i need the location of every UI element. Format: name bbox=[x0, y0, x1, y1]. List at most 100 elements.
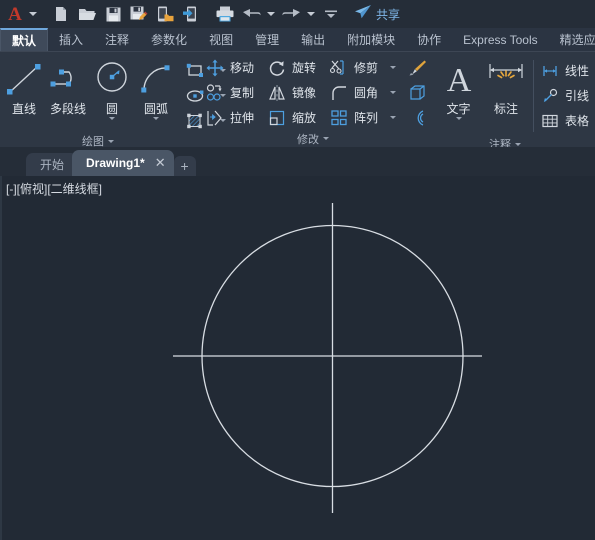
quick-access-toolbar: A 共享 bbox=[0, 0, 595, 28]
modify-rotate-button[interactable]: 旋转 bbox=[264, 55, 326, 80]
modify-move-label: 移动 bbox=[230, 61, 255, 75]
draw-circle-button[interactable]: 圆 bbox=[90, 56, 134, 120]
annotate-leader-button[interactable]: 引线 bbox=[537, 83, 595, 108]
match-properties-button[interactable] bbox=[404, 55, 430, 80]
modify-offset-button[interactable] bbox=[404, 105, 430, 130]
share-button[interactable]: 共享 bbox=[354, 4, 400, 25]
move-icon bbox=[204, 57, 226, 79]
share-paperplane-icon bbox=[354, 4, 372, 25]
3d-box-icon bbox=[406, 82, 428, 104]
share-label: 共享 bbox=[376, 7, 401, 22]
document-tab-drawing1[interactable]: Drawing1* ✕ bbox=[72, 150, 174, 176]
annotate-text-button[interactable]: A 文字 bbox=[436, 56, 481, 120]
annotation-panel-chevron-down-icon[interactable] bbox=[515, 142, 521, 146]
rotate-icon bbox=[266, 57, 288, 79]
modify-array-button[interactable]: 阵列 bbox=[326, 105, 388, 130]
ribbon-tab-collaborate[interactable]: 协作 bbox=[406, 28, 452, 51]
draw-line-button[interactable]: 直线 bbox=[2, 56, 46, 116]
floppy-save-icon[interactable] bbox=[101, 1, 125, 27]
undo-arrow-icon[interactable] bbox=[239, 1, 263, 27]
modify-array-chevron-down-icon[interactable] bbox=[390, 116, 396, 119]
open-folder-icon[interactable] bbox=[75, 1, 99, 27]
draw-panel-chevron-down-icon[interactable] bbox=[108, 139, 114, 143]
undo-chevron-down-icon[interactable] bbox=[267, 12, 275, 16]
draw-line-label: 直线 bbox=[11, 102, 36, 116]
modify-fillet-chevron-down-icon[interactable] bbox=[390, 91, 396, 94]
redo-arrow-icon[interactable] bbox=[279, 1, 303, 27]
modify-trim-chevron-down-icon[interactable] bbox=[390, 66, 396, 69]
draw-circle-chevron-down-icon[interactable] bbox=[109, 117, 115, 120]
draw-circle-label: 圆 bbox=[105, 102, 118, 116]
match-properties-brush-icon bbox=[406, 57, 428, 79]
autocad-window: A 共享 默认 插入 注释 参数化 视图 管理 输出 附加模块 协作 Expre… bbox=[0, 0, 595, 540]
leader-icon bbox=[539, 85, 561, 107]
drawing-geometry bbox=[173, 203, 482, 513]
document-tab-bar: 开始 Drawing1* ✕ + bbox=[0, 147, 595, 176]
new-document-icon[interactable] bbox=[49, 1, 73, 27]
modify-trim-label: 修剪 bbox=[354, 61, 379, 75]
customize-qat-icon[interactable] bbox=[319, 1, 343, 27]
ribbon-tab-manage[interactable]: 管理 bbox=[244, 28, 290, 51]
table-icon bbox=[539, 110, 561, 132]
line-icon bbox=[2, 58, 46, 102]
modify-mirror-button[interactable]: 镜像 bbox=[264, 80, 326, 105]
modify-stretch-label: 拉伸 bbox=[230, 111, 255, 125]
annotate-table-label: 表格 bbox=[565, 114, 590, 128]
drawing-canvas[interactable]: [-][俯视][二维线框] bbox=[0, 176, 595, 540]
ribbon-panel-modify-title-bar[interactable]: 修改 bbox=[196, 130, 430, 147]
modify-panel-chevron-down-icon[interactable] bbox=[323, 137, 329, 140]
modify-fillet-label: 圆角 bbox=[354, 86, 379, 100]
modify-mirror-label: 镜像 bbox=[292, 86, 317, 100]
array-icon bbox=[328, 107, 350, 129]
ribbon-panel-annotation: A 文字 标注 线性 引线 表格 注释 bbox=[430, 52, 595, 151]
modify-scale-button[interactable]: 缩放 bbox=[264, 105, 326, 130]
draw-arc-button[interactable]: 圆弧 bbox=[134, 56, 178, 120]
redo-chevron-down-icon[interactable] bbox=[307, 12, 315, 16]
ribbon-tab-insert[interactable]: 插入 bbox=[48, 28, 94, 51]
cloud-save-icon[interactable] bbox=[179, 1, 203, 27]
modify-stretch-button[interactable]: 拉伸 bbox=[202, 105, 264, 130]
modify-3d-box-button[interactable] bbox=[404, 80, 430, 105]
cloud-open-icon[interactable] bbox=[153, 1, 177, 27]
draw-arc-chevron-down-icon[interactable] bbox=[153, 117, 159, 120]
scale-icon bbox=[266, 107, 288, 129]
ribbon-tab-express-tools[interactable]: Express Tools bbox=[452, 28, 548, 51]
modify-fillet-button[interactable]: 圆角 bbox=[326, 80, 388, 105]
ribbon-tab-home[interactable]: 默认 bbox=[0, 28, 49, 51]
text-a-icon: A bbox=[437, 58, 481, 102]
modify-copy-button[interactable]: 复制 bbox=[202, 80, 264, 105]
ribbon-tab-featured-apps[interactable]: 精选应用 bbox=[549, 28, 595, 51]
new-tab-plus-icon[interactable]: + bbox=[173, 156, 196, 176]
application-menu-chevron-down-icon[interactable] bbox=[29, 12, 37, 16]
modify-trim-button[interactable]: 修剪 bbox=[326, 55, 388, 80]
annotate-text-label: 文字 bbox=[446, 102, 471, 116]
ribbon-panel-modify: 移动 旋转 修剪 复制 镜像 圆角 拉伸 缩放 阵列 修改 bbox=[196, 52, 430, 147]
close-icon[interactable]: ✕ bbox=[155, 155, 166, 171]
document-tab-drawing1-label: Drawing1* bbox=[86, 156, 145, 170]
annotate-dimension-button[interactable]: 标注 bbox=[481, 56, 531, 116]
linear-dimension-icon bbox=[539, 60, 561, 82]
ribbon-tab-view[interactable]: 视图 bbox=[198, 28, 244, 51]
autocad-logo-icon[interactable]: A bbox=[4, 2, 26, 26]
printer-icon[interactable] bbox=[213, 1, 237, 27]
arc-icon bbox=[134, 58, 178, 102]
draw-polyline-button[interactable]: 多段线 bbox=[46, 56, 90, 116]
modify-copy-label: 复制 bbox=[230, 86, 255, 100]
annotate-linear-dimension-button[interactable]: 线性 bbox=[537, 58, 595, 83]
annotate-linear-dimension-label: 线性 bbox=[565, 64, 590, 78]
ribbon-tab-output[interactable]: 输出 bbox=[290, 28, 336, 51]
annotate-table-button[interactable]: 表格 bbox=[537, 108, 595, 133]
mirror-icon bbox=[266, 82, 288, 104]
ribbon-tab-addins[interactable]: 附加模块 bbox=[336, 28, 406, 51]
floppy-save-as-icon[interactable] bbox=[127, 1, 151, 27]
document-tab-start[interactable]: 开始 bbox=[26, 153, 79, 176]
ribbon-tab-annotate[interactable]: 注释 bbox=[94, 28, 140, 51]
annotate-leader-label: 引线 bbox=[565, 89, 590, 103]
draw-arc-label: 圆弧 bbox=[143, 102, 168, 116]
stretch-icon bbox=[204, 107, 226, 129]
ribbon-tab-parametric[interactable]: 参数化 bbox=[140, 28, 198, 51]
modify-move-button[interactable]: 移动 bbox=[202, 55, 264, 80]
trim-scissors-icon bbox=[328, 57, 350, 79]
annotate-text-chevron-down-icon[interactable] bbox=[455, 117, 462, 120]
ribbon-tab-bar: 默认 插入 注释 参数化 视图 管理 输出 附加模块 协作 Express To… bbox=[0, 28, 595, 52]
